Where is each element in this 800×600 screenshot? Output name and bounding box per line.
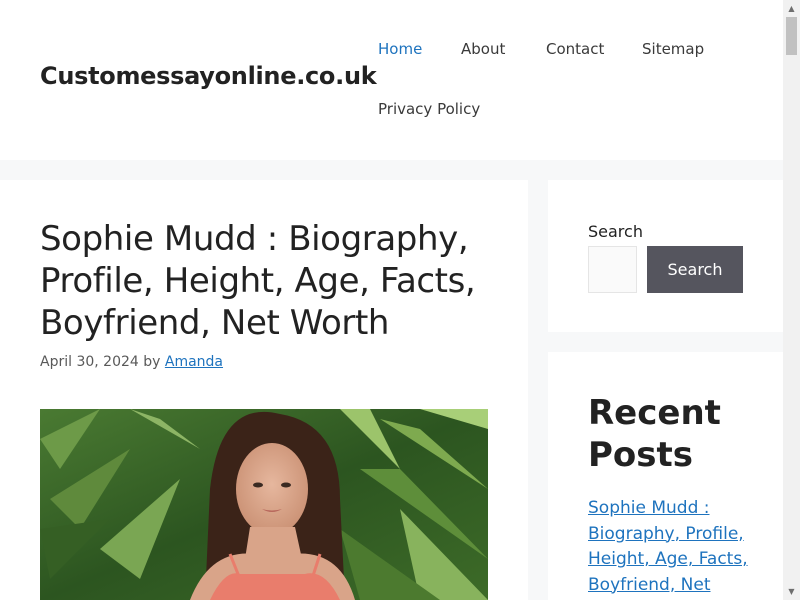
author-link[interactable]: Amanda [165,354,223,370]
search-input[interactable] [588,246,637,293]
recent-post-link[interactable]: Sophie Mudd : Biography, Profile, Height… [588,496,758,600]
scroll-down-arrow-icon[interactable]: ▼ [783,583,800,600]
featured-photo [40,409,488,600]
search-widget: Search Search [548,180,783,332]
vertical-scrollbar[interactable]: ▲ ▼ [783,0,800,600]
recent-posts-heading: Recent Posts [588,393,721,475]
nav-item-contact[interactable]: Contact [546,40,604,58]
scrollbar-thumb[interactable] [786,17,797,55]
nav-item-privacy-policy[interactable]: Privacy Policy [378,100,480,118]
nav-item-sitemap[interactable]: Sitemap [642,40,704,58]
nav-item-home[interactable]: Home [378,40,422,58]
search-label: Search [588,222,643,241]
featured-image [40,409,488,600]
article-card: Sophie Mudd : Biography, Profile, Height… [0,180,528,600]
article-by-text: by [143,354,161,370]
recent-posts-widget: Recent Posts Sophie Mudd : Biography, Pr… [548,352,783,600]
search-button[interactable]: Search [647,246,743,293]
article-meta: April 30, 2024 by Amanda [40,354,223,370]
nav-item-about[interactable]: About [461,40,505,58]
article-title: Sophie Mudd : Biography, Profile, Height… [40,219,476,343]
scroll-up-arrow-icon[interactable]: ▲ [783,0,800,17]
site-header: Customessayonline.co.uk Home About Conta… [0,0,783,160]
article-date: April 30, 2024 [40,354,139,370]
site-title-link[interactable]: Customessayonline.co.uk [40,62,377,90]
